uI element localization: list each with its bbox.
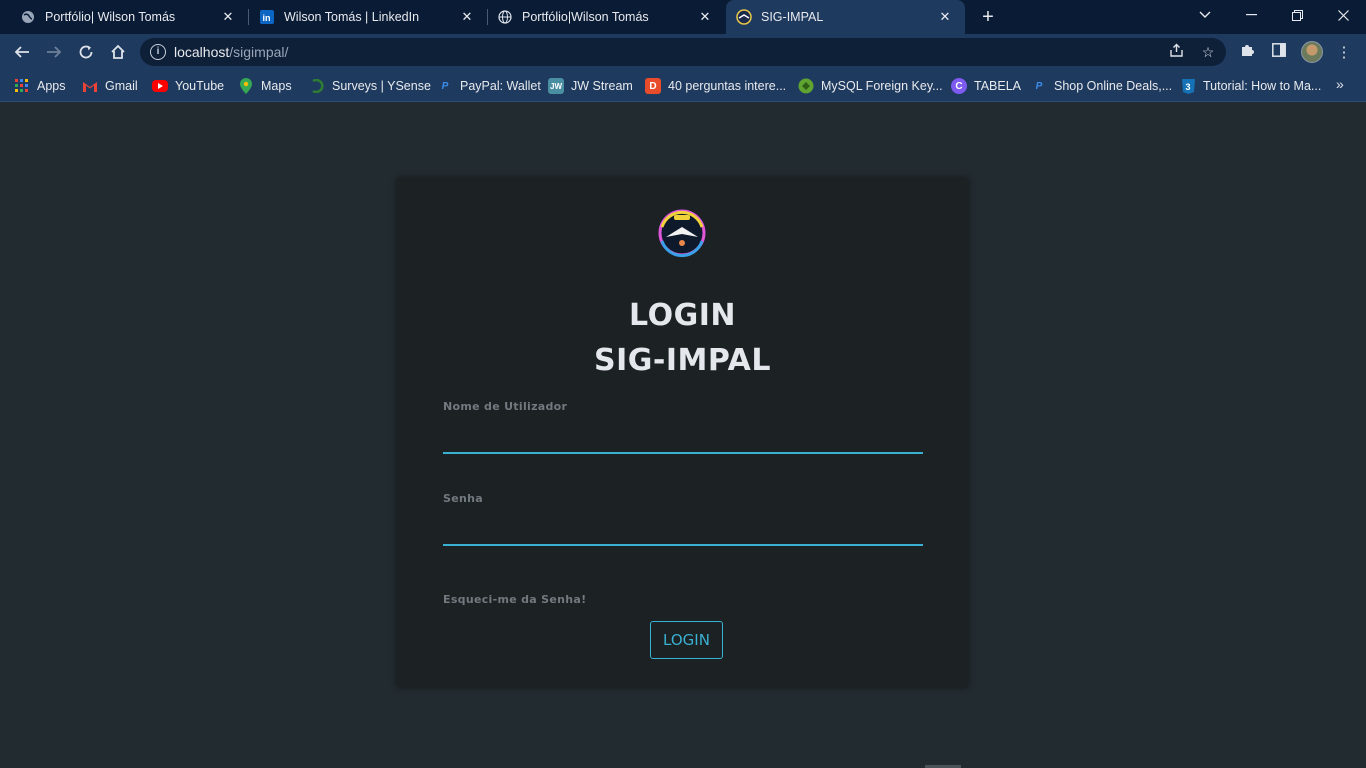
login-title: LOGIN <box>629 298 736 333</box>
bookmark-label: Surveys | YSense <box>332 79 431 93</box>
paypal-icon: P <box>441 80 449 92</box>
bookmark-shop-online-deals[interactable]: P Shop Online Deals,... <box>1031 77 1172 95</box>
close-icon[interactable]: ✕ <box>218 9 238 25</box>
tab-strip: Portfólio| Wilson Tomás ✕ in Wilson Tomá… <box>0 0 1366 34</box>
globe-icon <box>20 9 36 25</box>
restore-icon[interactable] <box>1274 0 1320 30</box>
tab-linkedin[interactable]: in Wilson Tomás | LinkedIn ✕ <box>239 0 487 34</box>
url-path: /sigimpal/ <box>229 44 289 60</box>
url-host: localhost <box>174 44 230 60</box>
bookmark-label: 40 perguntas intere... <box>668 79 787 93</box>
share-icon[interactable] <box>1167 43 1185 61</box>
tab-title: Portfólio| Wilson Tomás <box>45 10 176 24</box>
canva-icon: C <box>951 78 967 94</box>
svg-text:3: 3 <box>1185 82 1190 92</box>
kebab-menu-icon[interactable]: ⋮ <box>1333 42 1355 64</box>
new-tab-button[interactable]: + <box>976 5 1000 29</box>
bookmark-label: Apps <box>37 79 66 93</box>
login-button[interactable]: LOGIN <box>650 621 723 659</box>
globe-icon <box>497 9 513 25</box>
tab-title: Portfólio|Wilson Tomás <box>522 10 649 24</box>
close-icon[interactable]: ✕ <box>457 9 477 25</box>
forward-icon[interactable] <box>42 40 66 64</box>
site-info-icon[interactable]: i <box>150 44 166 60</box>
address-bar[interactable]: i localhost/sigimpal/ ☆ <box>140 38 1226 66</box>
url-text[interactable]: localhost/sigimpal/ <box>174 44 288 60</box>
bookmark-label: Tutorial: How to Ma... <box>1203 79 1322 93</box>
youtube-icon <box>152 80 168 92</box>
close-window-icon[interactable] <box>1320 0 1366 30</box>
bookmark-label: YouTube <box>175 79 225 93</box>
tab-search-icon[interactable] <box>1182 0 1228 30</box>
bookmark-40-perguntas[interactable]: D 40 perguntas intere... <box>645 77 786 95</box>
username-label: Nome de Utilizador <box>443 400 568 413</box>
apps-grid-icon <box>14 78 30 94</box>
login-card: LOGIN SIG-IMPAL Nome de Utilizador Senha… <box>397 178 968 687</box>
bookmark-youtube[interactable]: YouTube <box>152 77 224 95</box>
maps-pin-icon <box>238 78 254 94</box>
password-label: Senha <box>443 492 483 505</box>
minimize-icon[interactable] <box>1228 0 1274 30</box>
reload-icon[interactable] <box>74 40 98 64</box>
back-icon[interactable] <box>10 40 34 64</box>
bookmark-star-icon[interactable]: ☆ <box>1199 43 1217 61</box>
more-bookmarks-icon[interactable]: » <box>1336 76 1344 92</box>
tab-portfolio-1[interactable]: Portfólio| Wilson Tomás ✕ <box>0 0 248 34</box>
bookmark-mysql-foreign-key[interactable]: MySQL Foreign Key... <box>798 77 943 95</box>
tab-sig-impal[interactable]: SIG-IMPAL ✕ <box>726 0 965 34</box>
bookmark-label: Maps <box>261 79 292 93</box>
bookmark-label: Shop Online Deals,... <box>1054 79 1173 93</box>
paypal-icon: P <box>1035 80 1043 92</box>
bookmark-tabela[interactable]: C TABELA <box>951 77 1021 95</box>
bookmark-maps[interactable]: Maps <box>238 77 292 95</box>
browser-toolbar: i localhost/sigimpal/ ☆ ⋮ <box>0 34 1366 70</box>
bookmark-apps[interactable]: Apps <box>14 77 66 95</box>
bookmark-label: JW Stream <box>571 79 633 93</box>
bookmark-tutorial[interactable]: 3 Tutorial: How to Ma... <box>1180 77 1321 95</box>
sigimpal-logo <box>656 207 708 259</box>
username-input[interactable] <box>443 426 923 454</box>
app-title: SIG-IMPAL <box>594 343 771 378</box>
bookmark-label: MySQL Foreign Key... <box>821 79 943 93</box>
css3-icon: 3 <box>1180 78 1196 94</box>
sigimpal-logo-icon <box>736 9 752 25</box>
tab-title: SIG-IMPAL <box>761 10 824 24</box>
bookmark-ysense[interactable]: Surveys | YSense <box>309 77 431 95</box>
ysense-icon <box>309 78 325 94</box>
mysql-icon <box>798 78 814 94</box>
bookmark-jw-stream[interactable]: JW JW Stream <box>548 77 633 95</box>
svg-text:in: in <box>263 13 271 23</box>
bookmark-d-icon: D <box>645 78 661 94</box>
linkedin-icon: in <box>259 9 275 25</box>
tab-title: Wilson Tomás | LinkedIn <box>284 10 420 24</box>
forgot-password-link[interactable]: Esqueci-me da Senha! <box>443 593 586 606</box>
bookmark-label: TABELA <box>974 79 1022 93</box>
close-icon[interactable]: ✕ <box>935 9 955 25</box>
bookmark-paypal-wallet[interactable]: P PayPal: Wallet <box>437 77 541 95</box>
extensions-puzzle-icon[interactable] <box>1236 42 1258 64</box>
bookmark-label: PayPal: Wallet <box>460 79 541 93</box>
home-icon[interactable] <box>106 40 130 64</box>
side-panel-icon[interactable] <box>1268 42 1290 64</box>
bookmarks-bar: Apps Gmail YouTube Maps Surveys | YSense… <box>0 70 1366 102</box>
profile-avatar[interactable] <box>1301 41 1323 63</box>
page-body: LOGIN SIG-IMPAL Nome de Utilizador Senha… <box>0 103 1366 768</box>
password-input[interactable] <box>443 518 923 546</box>
bookmark-gmail[interactable]: Gmail <box>82 77 138 95</box>
gmail-icon <box>82 78 98 94</box>
tab-portfolio-2[interactable]: Portfólio|Wilson Tomás ✕ <box>477 0 725 34</box>
jw-stream-icon: JW <box>548 78 564 94</box>
close-icon[interactable]: ✕ <box>695 9 715 25</box>
bookmark-label: Gmail <box>105 79 138 93</box>
